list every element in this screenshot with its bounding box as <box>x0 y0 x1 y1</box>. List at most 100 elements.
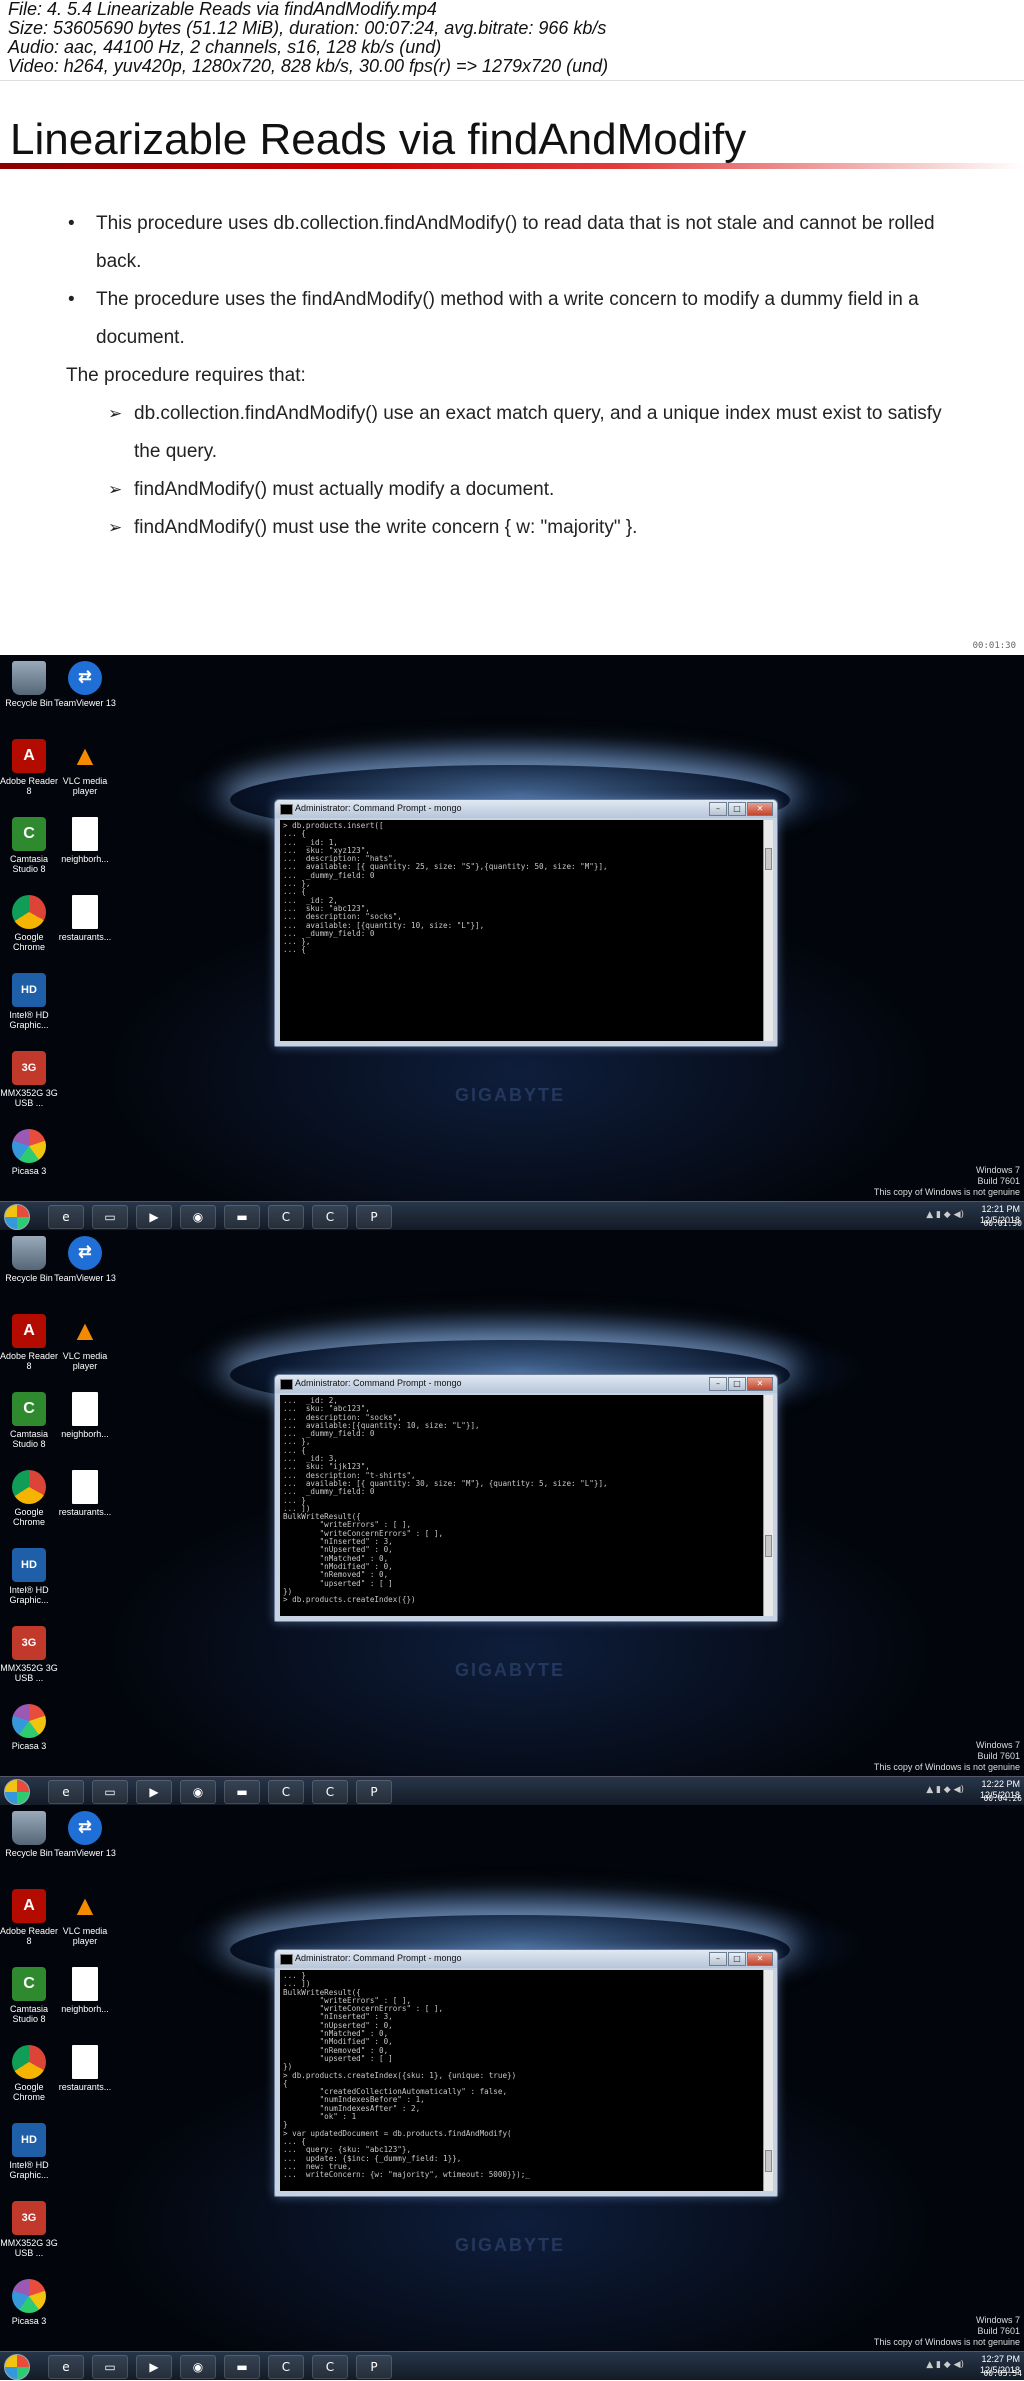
taskbar-chrome[interactable]: ◉ <box>180 1205 216 1229</box>
desktop-icon-vlc[interactable]: ▲ VLC media player <box>54 1889 116 1947</box>
desktop-icon-recycle-bin[interactable]: Recycle Bin <box>0 1236 60 1283</box>
close-button[interactable]: ✕ <box>747 1952 773 1966</box>
desktop-icon-teamviewer[interactable]: ⇄ TeamViewer 13 <box>54 1236 116 1283</box>
desktop-icon-intel[interactable]: HD Intel® HD Graphic... <box>0 1548 60 1605</box>
terminal-output[interactable]: ... } ... ]) BulkWriteResult({ "writeErr… <box>280 1970 763 2191</box>
desktop-icon-adobe-reader[interactable]: A Adobe Reader 8 <box>0 1314 60 1371</box>
desktop-icon-neighborhoods[interactable]: neighborh... <box>54 1392 116 1439</box>
taskbar-camtasia-recorder[interactable]: C <box>312 1780 348 1804</box>
desktop-icon-adobe-reader[interactable]: A Adobe Reader 8 <box>0 739 60 796</box>
taskbar-media[interactable]: ▶ <box>136 1205 172 1229</box>
frame-timestamp: 00:01:30 <box>983 1219 1022 1228</box>
taskbar-ie[interactable]: e <box>48 1780 84 1804</box>
vlc-icon: ▲ <box>71 1890 99 1921</box>
start-button[interactable] <box>4 1779 30 1805</box>
scrollbar-thumb[interactable] <box>765 2150 772 2172</box>
taskbar-camtasia[interactable]: C <box>268 2355 304 2379</box>
taskbar-camtasia[interactable]: C <box>268 1780 304 1804</box>
desktop-icon-intel[interactable]: HD Intel® HD Graphic... <box>0 973 60 1030</box>
terminal-output[interactable]: > db.products.insert([ ... { ... _id: 1,… <box>280 820 763 1041</box>
desktop-icon-camtasia[interactable]: C Camtasia Studio 8 <box>0 1392 60 1449</box>
taskbar-explorer[interactable]: ▭ <box>92 2355 128 2379</box>
desktop-icon-teamviewer[interactable]: ⇄ TeamViewer 13 <box>54 661 116 708</box>
taskbar-explorer[interactable]: ▭ <box>92 1205 128 1229</box>
taskbar-ie[interactable]: e <box>48 1205 84 1229</box>
desktop-icon-intel[interactable]: HD Intel® HD Graphic... <box>0 2123 60 2180</box>
window-title-bar[interactable]: Administrator: Command Prompt - mongo – □… <box>275 800 777 818</box>
taskbar-cmd[interactable]: ▬ <box>224 1780 260 1804</box>
taskbar-camtasia-recorder[interactable]: C <box>312 2355 348 2379</box>
recycle-bin-icon <box>12 1811 46 1845</box>
taskbar-explorer[interactable]: ▭ <box>92 1780 128 1804</box>
window-title-bar[interactable]: Administrator: Command Prompt - mongo – □… <box>275 1375 777 1393</box>
system-tray[interactable]: ▲ ▮ ◆ ◀) <box>926 2360 964 2370</box>
desktop-icon-adobe-reader[interactable]: A Adobe Reader 8 <box>0 1889 60 1946</box>
close-button[interactable]: ✕ <box>747 1377 773 1391</box>
command-prompt-window[interactable]: Administrator: Command Prompt - mongo – □… <box>274 799 778 1047</box>
taskbar-media[interactable]: ▶ <box>136 2355 172 2379</box>
taskbar-chrome[interactable]: ◉ <box>180 2355 216 2379</box>
desktop-icon-chrome[interactable]: Google Chrome <box>0 895 60 952</box>
picasa-icon <box>12 2279 46 2313</box>
scrollbar[interactable] <box>763 820 773 1041</box>
minimize-button[interactable]: – <box>709 1952 727 1966</box>
window-title-bar[interactable]: Administrator: Command Prompt - mongo – □… <box>275 1950 777 1968</box>
frame-timestamp: 00:05:54 <box>983 2369 1022 2378</box>
desktop-icon-recycle-bin[interactable]: Recycle Bin <box>0 661 60 708</box>
desktop-icon-recycle-bin[interactable]: Recycle Bin <box>0 1811 60 1858</box>
scrollbar[interactable] <box>763 1395 773 1616</box>
command-prompt-window[interactable]: Administrator: Command Prompt - mongo – □… <box>274 1374 778 1622</box>
taskbar-powerpoint[interactable]: P <box>356 2355 392 2379</box>
taskbar-cmd[interactable]: ▬ <box>224 1205 260 1229</box>
start-button[interactable] <box>4 1204 30 1230</box>
desktop-icon-restaurants[interactable]: restaurants... <box>54 2045 116 2092</box>
desktop-icon-teamviewer[interactable]: ⇄ TeamViewer 13 <box>54 1811 116 1858</box>
maximize-button[interactable]: □ <box>728 1952 746 1966</box>
desktop-icon-vlc[interactable]: ▲ VLC media player <box>54 1314 116 1372</box>
taskbar-chrome[interactable]: ◉ <box>180 1780 216 1804</box>
desktop-icon-restaurants[interactable]: restaurants... <box>54 895 116 942</box>
file-info-header: File: 4. 5.4 Linearizable Reads via find… <box>0 0 1024 80</box>
taskbar-powerpoint[interactable]: P <box>356 1205 392 1229</box>
desktop-icon-neighborhoods[interactable]: neighborh... <box>54 1967 116 2014</box>
taskbar: e ▭ ▶ ◉ ▬ C C P ▲ ▮ ◆ ◀) 12:21 PM 12/5/20… <box>0 1201 1024 1230</box>
desktop-icon-picasa[interactable]: Picasa 3 <box>0 1704 60 1751</box>
scrollbar-thumb[interactable] <box>765 848 772 870</box>
start-button[interactable] <box>4 2354 30 2380</box>
taskbar-camtasia-recorder[interactable]: C <box>312 1205 348 1229</box>
command-prompt-window[interactable]: Administrator: Command Prompt - mongo – □… <box>274 1949 778 2197</box>
desktop-icon-mmx[interactable]: 3G MMX352G 3G USB ... <box>0 2201 60 2258</box>
system-tray[interactable]: ▲ ▮ ◆ ◀) <box>926 1210 964 1220</box>
slide-sub-bullet: findAndModify() must actually modify a d… <box>66 471 966 509</box>
minimize-button[interactable]: – <box>709 802 727 816</box>
desktop-icon-mmx[interactable]: 3G MMX352G 3G USB ... <box>0 1051 60 1108</box>
desktop-icon-vlc[interactable]: ▲ VLC media player <box>54 739 116 797</box>
taskbar-powerpoint[interactable]: P <box>356 1780 392 1804</box>
maximize-button[interactable]: □ <box>728 1377 746 1391</box>
teamviewer-icon: ⇄ <box>68 661 102 695</box>
taskbar-camtasia[interactable]: C <box>268 1205 304 1229</box>
desktop-icon-camtasia[interactable]: C Camtasia Studio 8 <box>0 817 60 874</box>
taskbar-ie[interactable]: e <box>48 2355 84 2379</box>
scrollbar[interactable] <box>763 1970 773 2191</box>
taskbar-media[interactable]: ▶ <box>136 1780 172 1804</box>
desktop-icon-chrome[interactable]: Google Chrome <box>0 1470 60 1527</box>
desktop-icon-picasa[interactable]: Picasa 3 <box>0 2279 60 2326</box>
maximize-button[interactable]: □ <box>728 802 746 816</box>
desktop-icon-neighborhoods[interactable]: neighborh... <box>54 817 116 864</box>
scrollbar-thumb[interactable] <box>765 1535 772 1557</box>
system-tray[interactable]: ▲ ▮ ◆ ◀) <box>926 1785 964 1795</box>
taskbar-cmd[interactable]: ▬ <box>224 2355 260 2379</box>
desktop-icon-chrome[interactable]: Google Chrome <box>0 2045 60 2102</box>
desktop-icon-picasa[interactable]: Picasa 3 <box>0 1129 60 1176</box>
slide-sub-bullet: findAndModify() must use the write conce… <box>66 509 966 547</box>
desktop-icon-restaurants[interactable]: restaurants... <box>54 1470 116 1517</box>
chrome-icon <box>12 895 46 929</box>
minimize-button[interactable]: – <box>709 1377 727 1391</box>
close-button[interactable]: ✕ <box>747 802 773 816</box>
window-title: Administrator: Command Prompt - mongo <box>295 803 462 813</box>
terminal-output[interactable]: ... _id: 2, ... sku: "abc123", ... descr… <box>280 1395 763 1616</box>
window-title: Administrator: Command Prompt - mongo <box>295 1378 462 1388</box>
desktop-icon-camtasia[interactable]: C Camtasia Studio 8 <box>0 1967 60 2024</box>
desktop-icon-mmx[interactable]: 3G MMX352G 3G USB ... <box>0 1626 60 1683</box>
